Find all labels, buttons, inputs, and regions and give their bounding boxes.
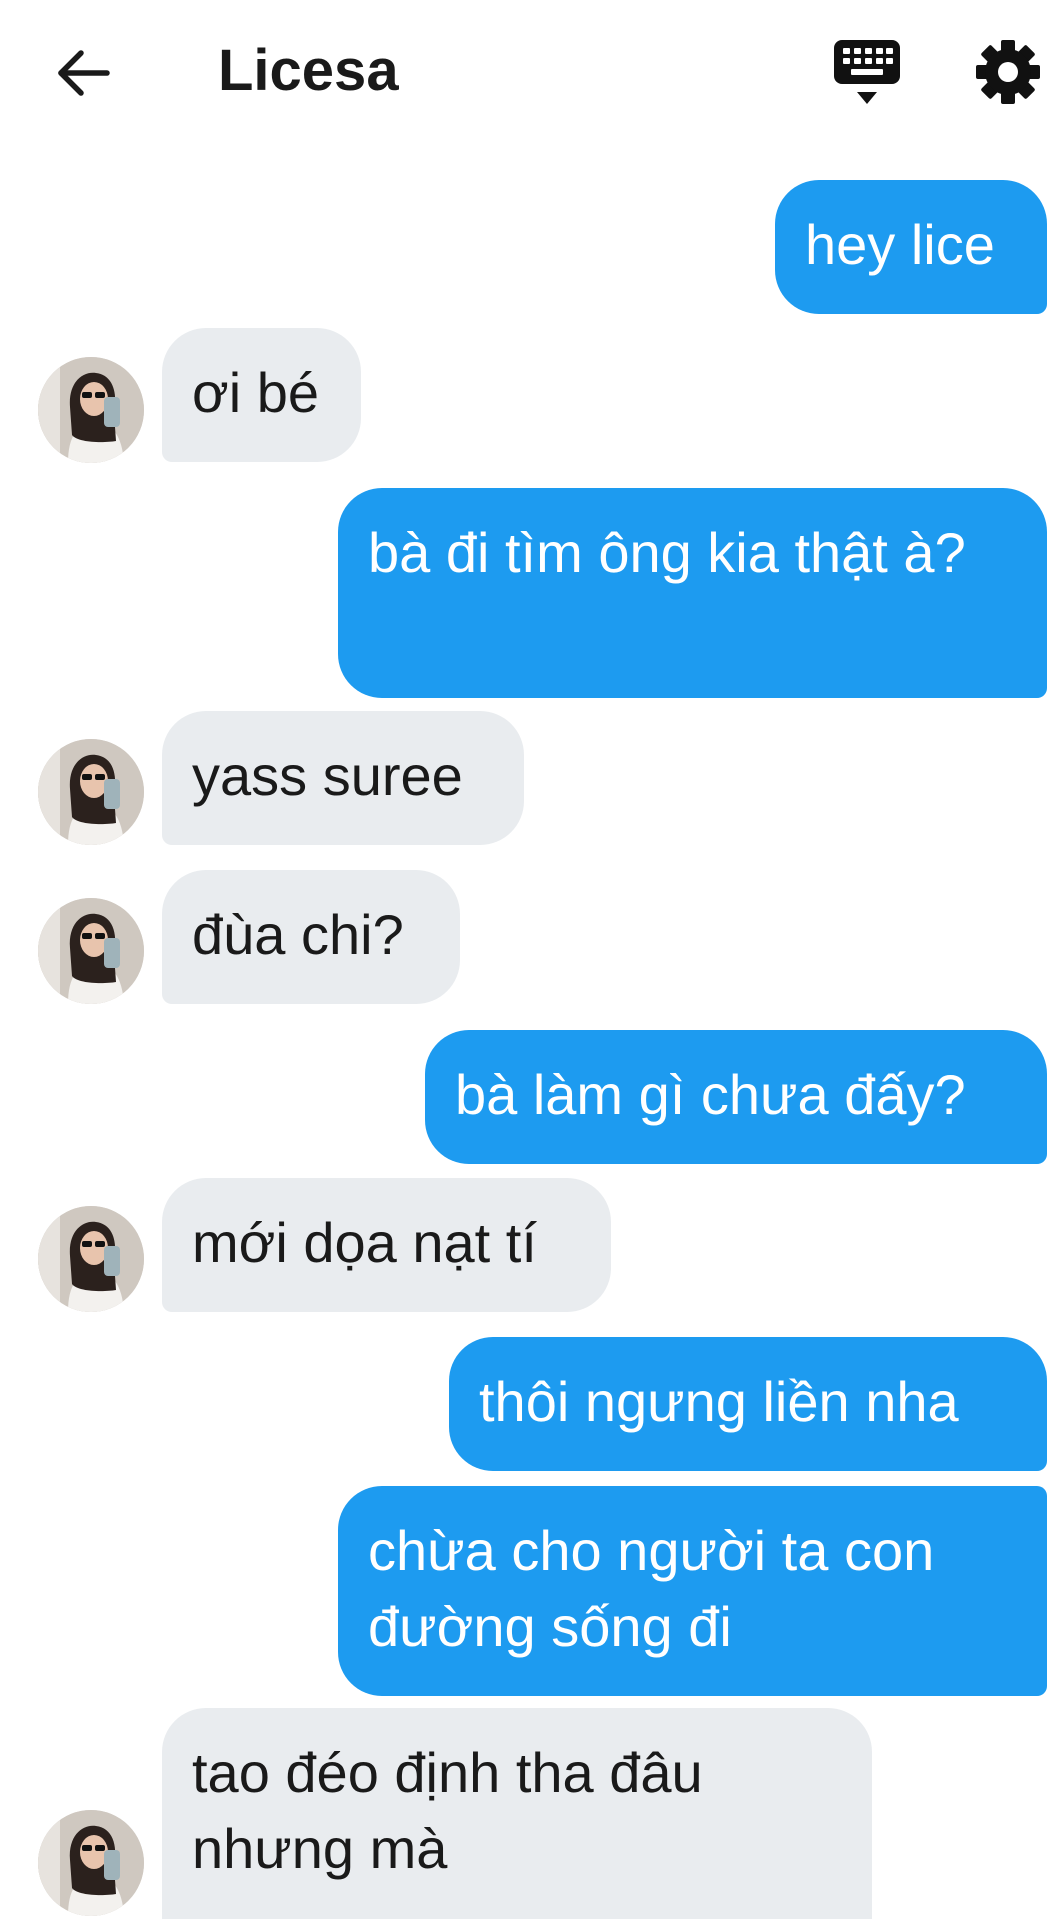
avatar[interactable] (38, 357, 144, 463)
outgoing-message[interactable]: hey lice (775, 180, 1047, 314)
avatar[interactable] (38, 898, 144, 1004)
outgoing-message[interactable]: chừa cho người ta con đường sống đi (338, 1486, 1047, 1696)
outgoing-message[interactable]: bà đi tìm ông kia thật à? (338, 488, 1047, 698)
avatar-photo-icon (38, 898, 144, 1004)
avatar-photo-icon (38, 1810, 144, 1916)
avatar[interactable] (38, 1810, 144, 1916)
avatar-photo-icon (38, 739, 144, 845)
incoming-message[interactable]: yass suree (162, 711, 524, 845)
avatar-photo-icon (38, 1206, 144, 1312)
avatar-photo-icon (38, 357, 144, 463)
avatar[interactable] (38, 739, 144, 845)
outgoing-message[interactable]: thôi ngưng liền nha (449, 1337, 1047, 1471)
incoming-message[interactable]: mới dọa nạt tí (162, 1178, 611, 1312)
incoming-message[interactable]: đùa chi? (162, 870, 460, 1004)
message-thread: hey lice ơi bé bà đi tìm ông kia thật à? (0, 0, 1062, 1919)
outgoing-message[interactable]: bà làm gì chưa đấy? (425, 1030, 1047, 1164)
incoming-message[interactable]: ơi bé (162, 328, 361, 462)
avatar[interactable] (38, 1206, 144, 1312)
incoming-message[interactable]: tao đéo định tha đâu nhưng mà (162, 1708, 872, 1919)
